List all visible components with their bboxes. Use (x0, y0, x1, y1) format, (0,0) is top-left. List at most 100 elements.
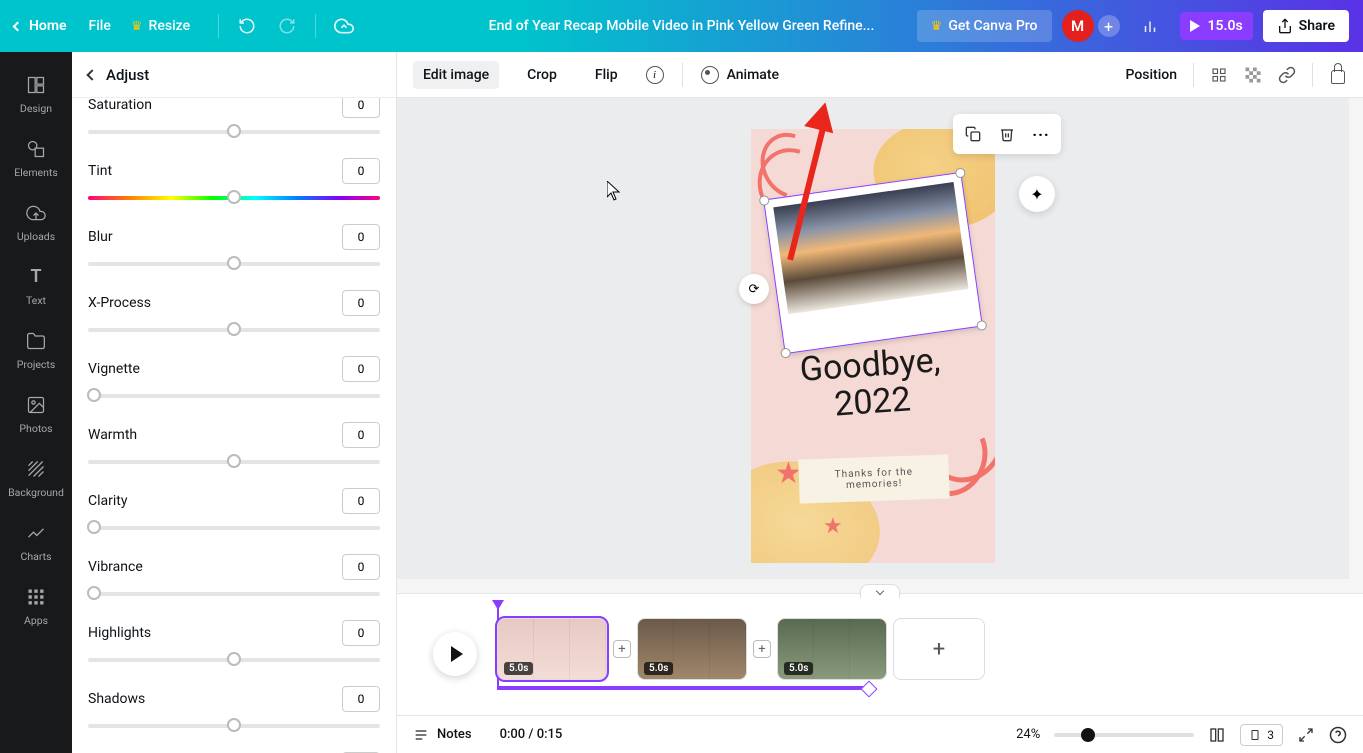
adjust-value-input[interactable]: 0 (342, 224, 380, 250)
caption-tape[interactable]: Thanks for the memories! (798, 454, 949, 503)
slider-thumb[interactable] (87, 520, 101, 534)
add-clip-button[interactable]: + (893, 618, 985, 680)
divider (315, 14, 316, 38)
regenerate-button[interactable]: ✦ (1019, 176, 1055, 212)
slider-thumb[interactable] (227, 718, 241, 732)
help-button[interactable] (1329, 726, 1347, 744)
adjust-slider[interactable] (88, 122, 380, 142)
cloud-sync-icon[interactable] (328, 10, 360, 42)
resize-button[interactable]: ♛ Resize (131, 18, 190, 34)
slider-thumb[interactable] (227, 322, 241, 336)
flip-button[interactable]: Flip (585, 61, 628, 89)
back-button[interactable] (86, 69, 97, 80)
transition-button[interactable]: + (613, 640, 631, 658)
clip-1[interactable]: 5.0s (497, 618, 607, 680)
adjust-value-input[interactable]: 0 (342, 686, 380, 712)
play-button[interactable] (433, 632, 477, 676)
file-menu[interactable]: File (89, 18, 111, 34)
zoom-slider[interactable] (1054, 733, 1194, 737)
delete-button[interactable] (991, 118, 1023, 150)
animate-button[interactable]: Animate (701, 66, 779, 84)
projects-icon (25, 330, 47, 352)
grid-view-button[interactable] (1208, 726, 1226, 744)
slider-thumb[interactable] (87, 586, 101, 600)
adjust-value-input[interactable]: 0 (342, 554, 380, 580)
lock-icon[interactable] (1329, 66, 1347, 84)
position-button[interactable]: Position (1125, 67, 1177, 83)
info-icon[interactable]: i (646, 66, 664, 84)
timeline-range-bar[interactable] (497, 686, 867, 690)
rail-uploads[interactable]: Uploads (0, 190, 72, 254)
slider-thumb[interactable] (87, 388, 101, 402)
crop-button[interactable]: Crop (517, 61, 567, 89)
adjust-row-highlights: Highlights0 (88, 620, 380, 670)
polaroid-image[interactable] (763, 171, 983, 353)
adjust-slider[interactable] (88, 716, 380, 736)
undo-button[interactable] (231, 10, 263, 42)
adjust-slider[interactable] (88, 452, 380, 472)
slider-thumb[interactable] (227, 190, 241, 204)
adjust-value-input[interactable]: 0 (342, 98, 380, 118)
play-duration-button[interactable]: 15.0s (1180, 12, 1253, 40)
clip-3[interactable]: 5.0s (777, 618, 887, 680)
adjust-slider[interactable] (88, 188, 380, 208)
rail-design[interactable]: Design (0, 62, 72, 126)
rail-photos[interactable]: Photos (0, 382, 72, 446)
adjust-slider[interactable] (88, 650, 380, 670)
adjust-value-input[interactable]: 0 (342, 290, 380, 316)
animate-label: Animate (727, 67, 779, 83)
headline-text[interactable]: Goodbye, 2022 (799, 342, 944, 426)
resize-handle[interactable] (976, 319, 987, 330)
insights-button[interactable] (1134, 10, 1166, 42)
share-label: Share (1299, 18, 1335, 34)
adjust-value-input[interactable]: 0 (342, 158, 380, 184)
rail-apps[interactable]: Apps (0, 574, 72, 638)
resize-handle[interactable] (780, 347, 791, 358)
add-member-button[interactable]: + (1098, 15, 1120, 37)
adjust-value-input[interactable]: 0 (342, 422, 380, 448)
color-picker-icon[interactable] (1210, 66, 1228, 84)
rail-background[interactable]: Background (0, 446, 72, 510)
rail-elements[interactable]: Elements (0, 126, 72, 190)
zoom-thumb[interactable] (1081, 728, 1095, 742)
page-indicator[interactable]: 3 (1240, 724, 1283, 746)
home-button[interactable]: Home (14, 18, 67, 34)
transparency-icon[interactable] (1244, 66, 1262, 84)
rail-charts[interactable]: Charts (0, 510, 72, 574)
edit-image-button[interactable]: Edit image (413, 61, 499, 89)
canvas-frame[interactable]: ★ ★ Goodbye, 2022 Thanks for the memorie… (751, 129, 995, 563)
vertical-scrollbar[interactable] (1349, 98, 1363, 593)
slider-thumb[interactable] (227, 124, 241, 138)
avatar[interactable]: M (1062, 10, 1094, 42)
adjust-slider[interactable] (88, 320, 380, 340)
adjust-value-input[interactable]: 0 (342, 620, 380, 646)
canvas-area[interactable]: ★ ★ Goodbye, 2022 Thanks for the memorie… (397, 98, 1349, 593)
get-pro-button[interactable]: ♛ Get Canva Pro (917, 10, 1052, 42)
panel-scroll[interactable]: Saturation0Tint0Blur0X-Process0Vignette0… (72, 98, 396, 753)
redo-button[interactable] (271, 10, 303, 42)
link-icon[interactable] (1278, 66, 1296, 84)
more-button[interactable]: ··· (1025, 118, 1057, 150)
rail-text[interactable]: TText (0, 254, 72, 318)
share-button[interactable]: Share (1263, 10, 1349, 42)
rail-projects[interactable]: Projects (0, 318, 72, 382)
notes-button[interactable]: Notes (413, 727, 472, 743)
clip-2[interactable]: 5.0s (637, 618, 747, 680)
transition-button[interactable]: + (753, 640, 771, 658)
slider-thumb[interactable] (227, 256, 241, 270)
document-title[interactable]: End of Year Recap Mobile Video in Pink Y… (489, 18, 875, 34)
adjust-row-vignette: Vignette0 (88, 356, 380, 406)
adjust-value-input[interactable]: 0 (342, 488, 380, 514)
duplicate-button[interactable] (957, 118, 989, 150)
adjust-slider[interactable] (88, 254, 380, 274)
adjust-slider[interactable] (88, 518, 380, 538)
slider-thumb[interactable] (227, 652, 241, 666)
adjust-slider[interactable] (88, 584, 380, 604)
slider-thumb[interactable] (227, 454, 241, 468)
adjust-slider[interactable] (88, 386, 380, 406)
adjust-value-input[interactable]: 0 (342, 356, 380, 382)
collapse-timeline-button[interactable] (860, 584, 900, 598)
notes-icon (413, 727, 429, 743)
fullscreen-button[interactable] (1297, 726, 1315, 744)
rotate-button[interactable]: ⟳ (739, 274, 769, 304)
